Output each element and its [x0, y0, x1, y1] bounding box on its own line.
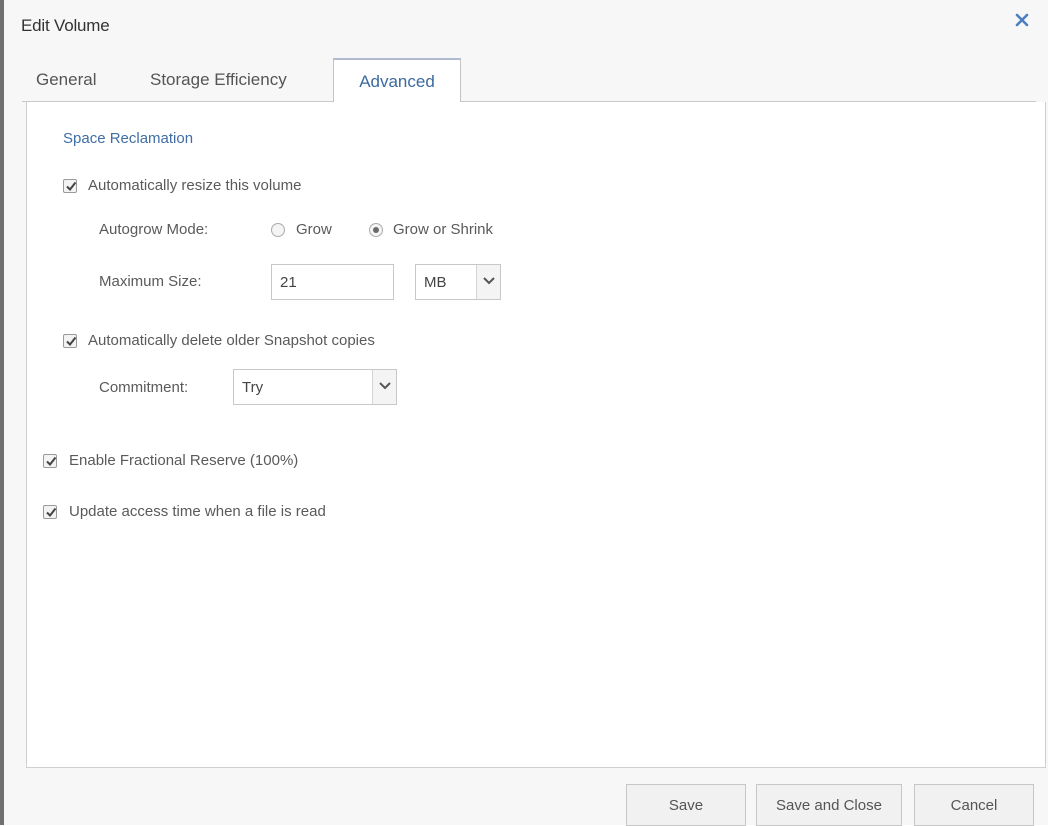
tab-general[interactable]: General	[36, 66, 96, 102]
commitment-label: Commitment:	[99, 379, 189, 396]
update-access-time-label: Update access time when a file is read	[69, 503, 326, 520]
tab-storage-efficiency[interactable]: Storage Efficiency	[150, 66, 287, 102]
cancel-button[interactable]: Cancel	[914, 784, 1034, 826]
autogrow-grow-radio[interactable]	[271, 223, 285, 237]
dialog-footer: Save Save and Close Cancel	[4, 768, 1048, 826]
save-button[interactable]: Save	[626, 784, 746, 826]
fractional-reserve-checkbox[interactable]	[43, 454, 57, 468]
tab-advanced[interactable]: Advanced	[333, 58, 461, 103]
chevron-down-icon	[476, 265, 500, 299]
checkmark-icon	[46, 507, 57, 518]
autogrow-grow-or-shrink-radio[interactable]	[369, 223, 383, 237]
tab-bar: General Storage Efficiency Advanced	[22, 56, 1036, 103]
autogrow-mode-label: Autogrow Mode:	[99, 221, 209, 238]
update-access-time-checkbox[interactable]	[43, 505, 57, 519]
maximum-size-unit-value: MB	[424, 274, 447, 291]
close-icon[interactable]	[1012, 10, 1032, 30]
maximum-size-unit-select[interactable]: MB	[415, 264, 501, 300]
advanced-tab-panel: Space Reclamation Automatically resize t…	[26, 102, 1046, 768]
checkmark-icon	[46, 456, 57, 467]
autogrow-grow-label: Grow	[296, 221, 332, 238]
edit-volume-dialog: Edit Volume General Storage Efficiency A…	[0, 0, 1048, 826]
auto-delete-snapshots-label: Automatically delete older Snapshot copi…	[88, 332, 375, 349]
commitment-select[interactable]: Try	[233, 369, 397, 405]
fractional-reserve-label: Enable Fractional Reserve (100%)	[69, 452, 299, 469]
auto-delete-snapshots-checkbox[interactable]	[63, 334, 77, 348]
maximum-size-input[interactable]: 21	[271, 264, 394, 300]
auto-resize-label: Automatically resize this volume	[88, 177, 302, 194]
chevron-down-icon	[372, 370, 396, 404]
dialog-title: Edit Volume	[21, 16, 110, 35]
checkmark-icon	[66, 336, 77, 347]
save-and-close-button[interactable]: Save and Close	[756, 784, 902, 826]
checkmark-icon	[66, 181, 77, 192]
maximum-size-label: Maximum Size:	[99, 273, 202, 290]
dialog-titlebar: Edit Volume	[4, 0, 1048, 56]
auto-resize-checkbox[interactable]	[63, 179, 77, 193]
section-title-space-reclamation: Space Reclamation	[63, 130, 194, 147]
autogrow-grow-or-shrink-label: Grow or Shrink	[393, 221, 494, 238]
commitment-value: Try	[242, 379, 264, 396]
